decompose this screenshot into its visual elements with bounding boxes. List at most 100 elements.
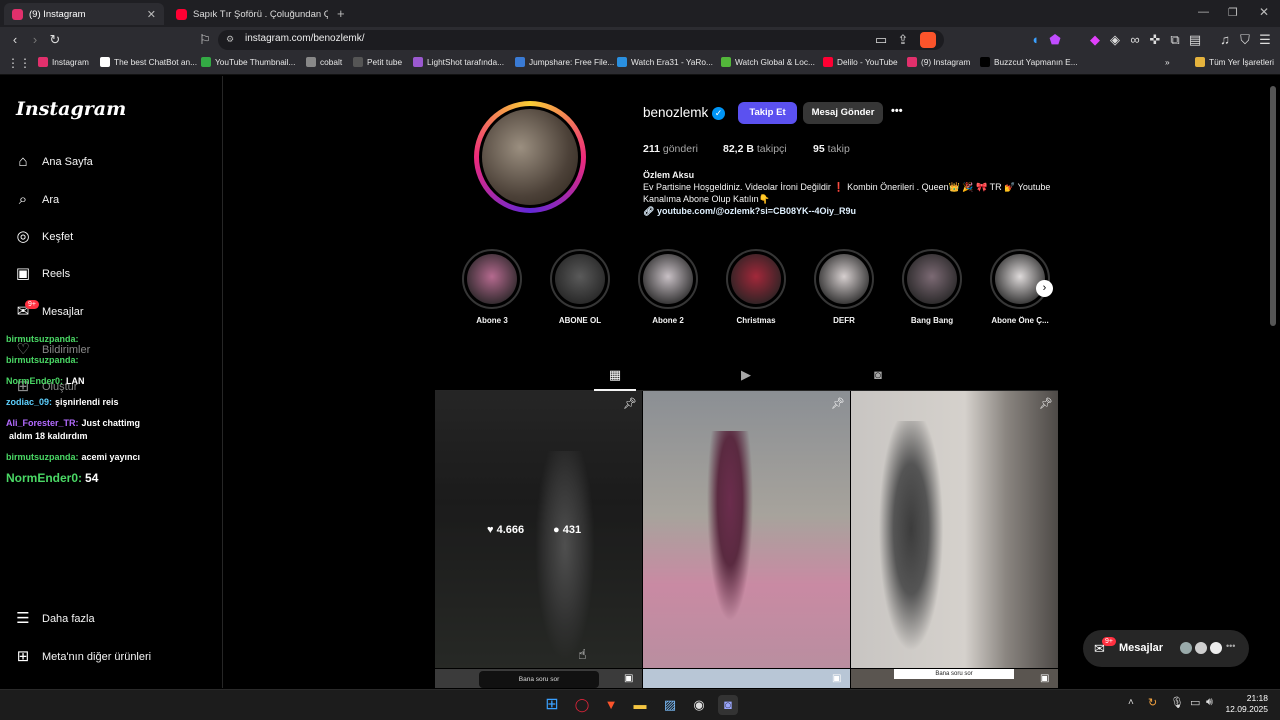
bookmark-icon[interactable]: ⚐ [196,31,214,49]
clock-time[interactable]: 21:18 [1232,693,1268,703]
post-thumbnail[interactable] [435,391,642,668]
bookmark-item[interactable]: Watch Era31 - YaRo... [617,57,713,67]
post-thumbnail[interactable] [643,391,850,668]
extension-icon[interactable]: ◆ [1086,31,1104,49]
instagram-logo[interactable]: Instagram [16,98,126,120]
highlight-cover [555,254,605,304]
file-explorer-icon[interactable]: ▬ [630,695,650,715]
cast-icon[interactable]: ▭ [872,31,890,49]
sidebar-item-search[interactable]: ⌕ Ara [14,187,59,213]
brave-browser-icon[interactable]: ▼ [601,695,621,715]
share-icon[interactable]: ⇪ [894,31,912,49]
chat-username: zodiac_09: [6,397,53,407]
more-bookmarks-button[interactable]: » [1165,57,1170,67]
following-count[interactable]: 95 takip [813,143,850,155]
bookmark-item[interactable]: Delilo - YouTube [823,57,898,67]
followers-count[interactable]: 82,2 B takipçi [723,143,787,155]
all-bookmarks-folder[interactable]: Tüm Yer İşaretleri [1195,57,1274,67]
tray-app-icon[interactable]: ↻ [1148,696,1157,709]
bookmark-item[interactable]: Instagram [38,57,89,67]
send-message-button[interactable]: Mesaj Gönder [803,102,883,124]
sidebar-item-compass[interactable]: ◎ Keşfet [14,224,73,250]
messages-floating-button[interactable] [1083,630,1249,667]
bookmark-item[interactable]: LightShot tarafında... [413,57,504,67]
close-tab-icon[interactable]: ✕ [147,8,156,21]
story-highlight[interactable] [902,249,962,309]
story-highlight[interactable] [726,249,786,309]
new-tab-button[interactable]: + [337,6,345,21]
bookmark-item[interactable]: Buzzcut Yapmanın E... [980,57,1078,67]
story-highlight[interactable] [814,249,874,309]
menu-icon[interactable]: ☰ [1256,31,1274,49]
bookmark-favicon-icon [201,57,211,67]
extension-translate-icon[interactable]: ◖ [1026,31,1044,49]
brave-shield-icon[interactable] [920,32,936,48]
bookmark-item[interactable]: (9) Instagram [907,57,970,67]
page-scrollbar[interactable] [1270,86,1276,326]
sidebar-item-reels[interactable]: ▣ Reels [14,261,70,287]
bookmark-label: cobalt [320,57,343,67]
site-info-icon[interactable]: ⚙ [226,34,234,45]
bookmark-item[interactable]: Watch Global & Loc... [721,57,815,67]
network-icon[interactable]: ▭ [1190,696,1200,709]
obs-icon[interactable]: ◉ [689,695,709,715]
tray-expand-icon[interactable]: ˄ [1128,697,1134,708]
opera-gx-icon[interactable]: ◯ [572,695,592,715]
bio-line: Ev Partisine Hoşgeldiniz. Videolar İroni… [643,182,1051,192]
volume-icon[interactable]: 🔊︎ [1206,696,1213,709]
tab-tagged-icon[interactable]: ◙ [869,367,887,385]
apps-grid-icon[interactable]: ⋮⋮ [7,56,31,70]
follow-button[interactable]: Takip Et [738,102,797,124]
maximize-icon[interactable]: ❐ [1228,6,1238,19]
sidebar-item-home[interactable]: ⌂ Ana Sayfa [14,149,92,175]
bookmark-item[interactable]: Petit tube [353,57,402,67]
link-icon: 🔗︎ [643,206,657,216]
highlights-next-icon[interactable]: › [1036,280,1053,297]
reload-icon[interactable]: ↻ [46,31,64,49]
close-window-icon[interactable]: ✕ [1259,5,1269,19]
reel-icon: ▣ [1040,673,1050,684]
discord-icon[interactable]: ◙ [718,695,738,715]
windows-start-icon[interactable]: ⊞ [542,695,562,715]
bookmark-item[interactable]: Jumpshare: Free File... [515,57,614,67]
sidebar-item-meta[interactable]: ⊞ Meta'nın diğer ürünleri [14,644,151,670]
tab-reels-icon[interactable]: ▶ [737,367,755,385]
post-thumbnail[interactable] [643,669,850,688]
extension-shield-icon[interactable]: ⬟ [1046,31,1064,49]
bookmark-item[interactable]: The best ChatBot an... [100,57,197,67]
bookmark-label: Watch Era31 - YaRo... [631,57,713,67]
extension-glasses-icon[interactable]: ∞ [1126,31,1144,49]
highlight-cover [731,254,781,304]
chat-username: birmutsuzpanda: [6,452,79,462]
bookmark-item[interactable]: cobalt [306,57,342,67]
sidebar-toggle-icon[interactable]: ▤ [1186,31,1204,49]
minimize-icon[interactable]: — [1198,6,1209,18]
story-highlight[interactable] [462,249,522,309]
avatar[interactable] [479,106,581,208]
profile-link[interactable]: 🔗︎ youtube.com/@ozlemk?si=CB08YK--4Oiy_R… [643,206,856,217]
microphone-icon[interactable]: 🎙︎ [1170,696,1184,709]
sidebar-item-more[interactable]: ☰ Daha fazla [14,606,94,632]
profile-username: benozlemk [643,105,709,120]
story-highlight[interactable] [550,249,610,309]
vpn-icon[interactable]: ⛉ [1236,31,1254,49]
tab-posts-grid-icon[interactable]: ▦ [606,367,624,385]
back-icon[interactable]: ‹ [6,31,24,49]
story-highlight[interactable] [990,249,1050,309]
story-highlight[interactable] [638,249,698,309]
chat-username: birmutsuzpanda: [6,355,79,365]
extension-puzzle-icon[interactable]: ✜ [1146,31,1164,49]
music-icon[interactable]: ♫ [1216,31,1234,49]
post-thumbnail[interactable] [851,391,1058,668]
verified-badge-icon: ✓ [712,107,725,120]
browser-tab-youtube[interactable]: Sapık Tır Şoförü . Çoluğundan Çocuğ [168,3,328,25]
extensions-icon[interactable]: ⧉ [1166,31,1184,49]
options-icon[interactable]: ••• [891,105,903,117]
extension-diamond-icon[interactable]: ◈ [1106,31,1124,49]
more-dots-icon: ••• [1226,641,1236,651]
browser-tab-instagram[interactable]: (9) Instagram ✕ [4,3,164,25]
photos-icon[interactable]: ▨ [660,695,680,715]
clock-date[interactable]: 12.09.2025 [1222,704,1268,714]
bookmark-item[interactable]: YouTube Thumbnail... [201,57,295,67]
forward-icon[interactable]: › [26,31,44,49]
